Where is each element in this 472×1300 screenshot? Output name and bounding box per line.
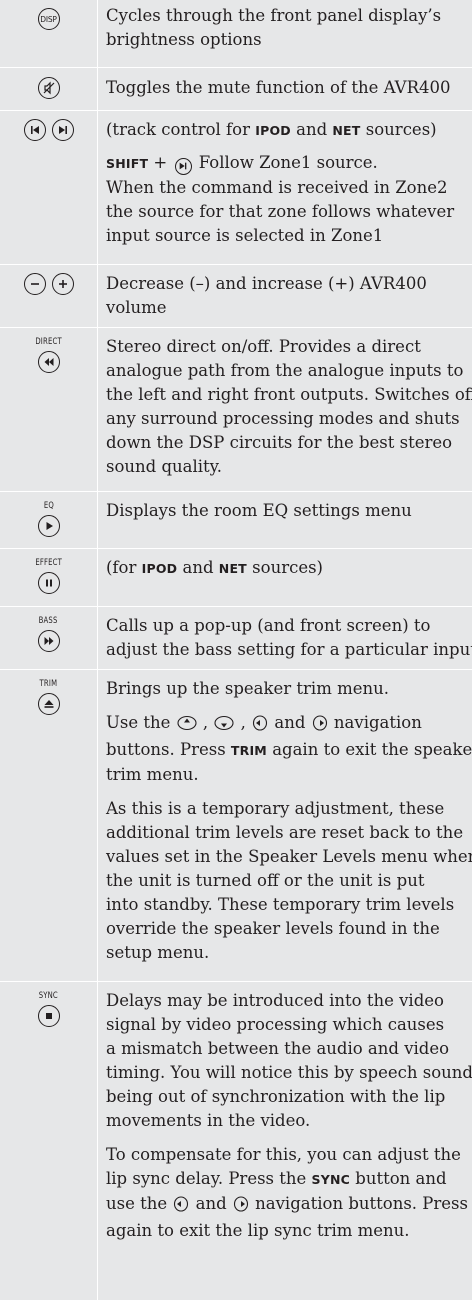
volume-minus-icon — [23, 273, 46, 295]
skip-next-icon — [51, 119, 74, 141]
description-cell: (for IPOD and NET sources) — [106, 558, 323, 577]
keyword-net: NET — [218, 561, 247, 576]
description-cell: Decrease (–) and increase (+) AVR400 vol… — [106, 274, 427, 317]
mute-button-icon — [37, 77, 60, 99]
button-caption: TRIM — [39, 679, 58, 689]
skip-next-icon — [174, 157, 192, 175]
icon-cell: DISP — [0, 0, 98, 67]
button-caption: EFFECT — [35, 558, 62, 568]
description-line: brightness options — [106, 30, 262, 49]
eject-button-icon — [37, 693, 60, 715]
description-line: Cycles through the front panel display’s — [106, 6, 442, 25]
icon-cell: EFFECT — [0, 549, 98, 606]
icon-cell: TRIM — [0, 670, 98, 981]
icon-cell — [0, 111, 98, 264]
icon-cell: SYNC — [0, 982, 98, 1300]
stop-button-icon — [37, 1005, 60, 1027]
table-row-trim: TRIM Brings up the speaker trim menu. Us… — [0, 670, 472, 982]
table-row-volume: Decrease (–) and increase (+) AVR400 vol… — [0, 265, 472, 328]
remote-buttons-table: DISP Cycles through the front panel disp… — [0, 0, 472, 1300]
icon-cell — [0, 68, 98, 110]
nav-right-icon — [233, 1195, 249, 1219]
pause-button-icon — [37, 572, 60, 594]
keyword-net: NET — [332, 123, 361, 138]
play-button-icon — [37, 515, 60, 537]
description-cell: Calls up a pop-up (and front screen) to … — [106, 616, 472, 659]
rewind-button-icon — [37, 351, 60, 373]
button-caption: DIRECT — [35, 337, 62, 347]
table-row-track-control: (track control for IPOD and NET sources)… — [0, 111, 472, 265]
button-caption: SYNC — [38, 991, 59, 1001]
table-row-sync: SYNC Delays may be introduced into the v… — [0, 982, 472, 1300]
volume-plus-icon — [51, 273, 74, 295]
button-caption: BASS — [39, 616, 58, 626]
icon-cell — [0, 265, 98, 327]
disp-button-icon: DISP — [37, 8, 60, 30]
keyword-shift: SHIFT — [106, 156, 149, 171]
table-row-eq: EQ Displays the room EQ settings menu — [0, 492, 472, 549]
nav-down-icon — [214, 714, 234, 738]
description-line: Toggles the mute function of the AVR400 — [106, 78, 451, 97]
nav-left-icon — [252, 714, 268, 738]
icon-cell: EQ — [0, 492, 98, 548]
table-row-disp: DISP Cycles through the front panel disp… — [0, 0, 472, 68]
keyword-ipod: IPOD — [141, 561, 178, 576]
table-row-direct: DIRECT Stereo direct on/off. Provides a … — [0, 328, 472, 492]
keyword-ipod: IPOD — [255, 123, 291, 138]
nav-right-icon — [312, 714, 328, 738]
keyword-trim: TRIM — [230, 743, 267, 758]
description-cell: Cycles through the front panel display’s… — [98, 0, 472, 67]
description-cell: Delays may be introduced into the video … — [106, 991, 472, 1240]
fast-forward-button-icon — [37, 630, 60, 652]
icon-cell: DIRECT — [0, 328, 98, 491]
table-row-effect: EFFECT (for IPOD and NET sources) — [0, 549, 472, 607]
table-row-mute: Toggles the mute function of the AVR400 — [0, 68, 472, 111]
description-cell: Stereo direct on/off. Provides a direct … — [106, 337, 472, 476]
icon-cell: BASS — [0, 607, 98, 669]
button-caption: EQ — [43, 501, 54, 511]
description-cell: Toggles the mute function of the AVR400 — [98, 68, 472, 110]
keyword-sync: SYNC — [311, 1172, 351, 1187]
nav-left-icon — [173, 1195, 189, 1219]
nav-up-icon — [177, 714, 197, 738]
skip-previous-icon — [23, 119, 46, 141]
description-cell: Brings up the speaker trim menu. Use the… — [106, 679, 472, 962]
description-cell: (track control for IPOD and NET sources)… — [106, 120, 455, 245]
table-row-bass: BASS Calls up a pop-up (and front screen… — [0, 607, 472, 670]
description-cell: Displays the room EQ settings menu — [106, 501, 412, 520]
